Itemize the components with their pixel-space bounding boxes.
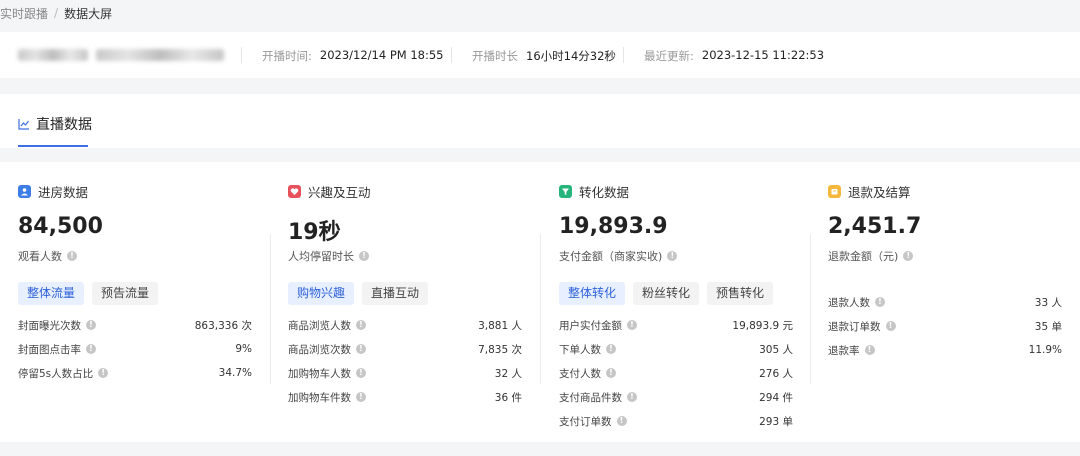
- list-item: 支付订单数! 293 单: [559, 415, 793, 428]
- funnel-icon: [559, 185, 572, 198]
- column-refund: 退款及结算 2,451.7 退款金额（元) ! 退款人数! 33 人 退款订单数…: [828, 162, 1062, 442]
- segment-pills: 整体转化 粉丝转化 预售转化: [559, 282, 774, 305]
- pill-overall-conversion[interactable]: 整体转化: [559, 282, 626, 305]
- info-icon[interactable]: !: [356, 392, 366, 402]
- start-time: 开播时间: 2023/12/14 PM 18:55: [262, 48, 444, 63]
- column-title: 转化数据: [579, 185, 630, 200]
- column-title: 退款及结算: [848, 185, 911, 200]
- breadcrumb-separator: /: [54, 6, 59, 20]
- last-updated: 最近更新: 2023-12-15 11:22:53: [644, 48, 825, 63]
- segment-pills: 购物兴趣 直播互动: [288, 282, 429, 305]
- column-header: 退款及结算: [828, 182, 911, 201]
- stream-duration: 开播时长 16小时14分32秒: [472, 49, 616, 63]
- metric-label: 支付金额（商家实收) !: [559, 248, 678, 264]
- column-traffic: 进房数据 84,500 观看人数 ! 整体流量 预告流量 封面曝光次数! 863…: [18, 162, 252, 442]
- column-title: 进房数据: [38, 185, 89, 200]
- list-item: 商品浏览次数! 7,835 次: [288, 343, 522, 356]
- heart-icon: [288, 185, 301, 198]
- stream-info-bar: 开播时间: 2023/12/14 PM 18:55 开播时长 16小时14分32…: [0, 32, 1080, 78]
- metrics-panel: 进房数据 84,500 观看人数 ! 整体流量 预告流量 封面曝光次数! 863…: [0, 162, 1080, 442]
- list-item: 商品浏览人数! 3,881 人: [288, 319, 522, 332]
- divider: [241, 47, 242, 63]
- list-item: 支付商品件数! 294 件: [559, 391, 793, 404]
- info-icon[interactable]: !: [627, 392, 637, 402]
- column-header: 转化数据: [559, 182, 629, 201]
- metric-value: 84,500: [18, 214, 103, 239]
- list-item: 用户实付金额! 19,893.9 元: [559, 319, 793, 332]
- info-icon[interactable]: !: [356, 320, 366, 330]
- column-header: 兴趣及互动: [288, 182, 371, 201]
- column-conversion: 转化数据 19,893.9 支付金额（商家实收) ! 整体转化 粉丝转化 预售转…: [559, 162, 793, 442]
- metric-value: 2,451.7: [828, 214, 922, 239]
- list-item: 退款订单数! 35 单: [828, 320, 1062, 333]
- info-icon[interactable]: !: [356, 368, 366, 378]
- pill-presale-conversion[interactable]: 预售转化: [707, 282, 774, 305]
- wallet-icon: [828, 185, 841, 198]
- metric-label: 人均停留时长 !: [288, 248, 369, 264]
- info-icon[interactable]: !: [616, 416, 627, 426]
- info-icon[interactable]: !: [86, 320, 96, 330]
- breadcrumb: 实时跟播 / 数据大屏: [0, 4, 112, 22]
- breadcrumb-current: 数据大屏: [64, 6, 113, 21]
- blurred-streamer-name: [96, 49, 224, 61]
- pill-fan-conversion[interactable]: 粉丝转化: [633, 282, 700, 305]
- column-title: 兴趣及互动: [308, 185, 371, 200]
- info-icon[interactable]: !: [98, 368, 109, 378]
- list-item: 加购物车件数! 36 件: [288, 391, 522, 404]
- tab-label: 直播数据: [36, 117, 92, 133]
- list-item: 封面图点击率! 9%: [18, 343, 252, 356]
- list-item: 退款率! 11.9%: [828, 344, 1062, 357]
- list-item: 加购物车人数! 32 人: [288, 367, 522, 380]
- user-icon: [18, 185, 31, 198]
- list-item: 退款人数! 33 人: [828, 296, 1062, 309]
- line-chart-icon: [18, 119, 29, 130]
- info-icon[interactable]: !: [606, 368, 616, 378]
- divider: [623, 47, 624, 63]
- metric-label: 退款金额（元) !: [828, 248, 914, 264]
- segment-pills: 整体流量 预告流量: [18, 282, 159, 305]
- tab-live-data[interactable]: 直播数据: [18, 114, 92, 134]
- blurred-avatar: [18, 49, 88, 61]
- breadcrumb-parent-link[interactable]: 实时跟播: [0, 5, 48, 22]
- column-divider: [540, 234, 541, 384]
- column-header: 进房数据: [18, 182, 88, 201]
- info-icon[interactable]: !: [359, 251, 369, 261]
- info-icon[interactable]: !: [667, 251, 678, 261]
- info-icon[interactable]: !: [86, 344, 96, 354]
- tab-bar: 直播数据: [0, 94, 1080, 148]
- pill-shopping-interest[interactable]: 购物兴趣: [288, 282, 355, 305]
- metric-value: 19秒: [288, 220, 341, 245]
- info-icon[interactable]: !: [903, 251, 914, 261]
- info-icon[interactable]: !: [864, 345, 875, 355]
- active-tab-indicator: [18, 145, 88, 147]
- info-icon[interactable]: !: [356, 344, 366, 354]
- list-item: 停留5s人数占比! 34.7%: [18, 367, 252, 380]
- list-item: 下单人数! 305 人: [559, 343, 793, 356]
- info-icon[interactable]: !: [627, 320, 637, 330]
- metric-value: 19,893.9: [559, 214, 668, 239]
- divider: [451, 47, 452, 63]
- column-divider: [270, 234, 271, 384]
- column-divider: [810, 234, 811, 384]
- info-icon[interactable]: !: [67, 251, 77, 261]
- info-icon[interactable]: !: [885, 321, 896, 331]
- pill-preview-traffic[interactable]: 预告流量: [92, 282, 159, 305]
- metric-label: 观看人数 !: [18, 248, 77, 264]
- pill-live-interaction[interactable]: 直播互动: [362, 282, 429, 305]
- info-icon[interactable]: !: [875, 297, 885, 307]
- list-item: 封面曝光次数! 863,336 次: [18, 319, 252, 332]
- info-icon[interactable]: !: [606, 344, 616, 354]
- column-interest: 兴趣及互动 19秒 人均停留时长 ! 购物兴趣 直播互动 商品浏览人数! 3,8…: [288, 162, 522, 442]
- pill-overall-traffic[interactable]: 整体流量: [18, 282, 85, 305]
- list-item: 支付人数! 276 人: [559, 367, 793, 380]
